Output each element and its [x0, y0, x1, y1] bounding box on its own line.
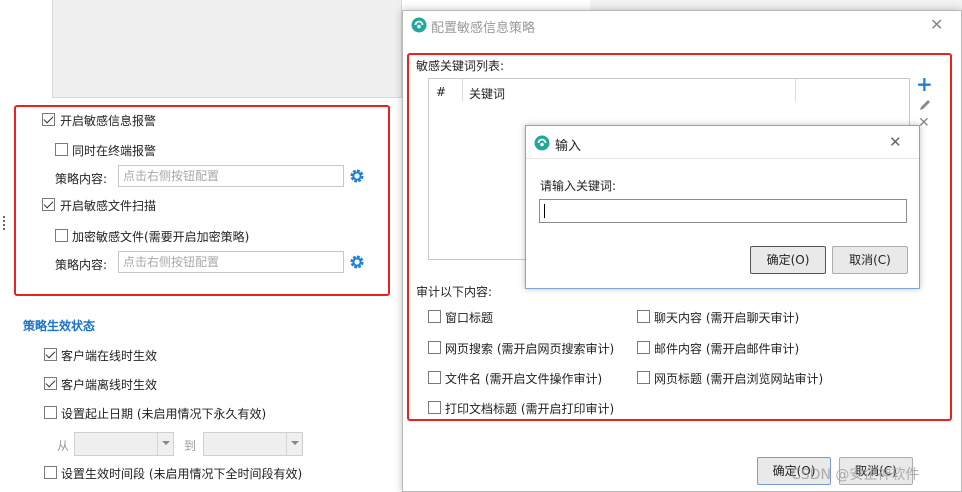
- time-period-checkbox[interactable]: [44, 466, 57, 479]
- policy-content-label-2: 策略内容:: [55, 258, 108, 272]
- close-icon[interactable]: ✕: [930, 15, 943, 34]
- close-icon[interactable]: ✕: [889, 133, 902, 151]
- encrypt-sensitive-label: 加密敏感文件(需要开启加密策略): [72, 230, 250, 244]
- input-dialog-title: 输入: [555, 139, 582, 154]
- client-online-label: 客户端在线时生效: [61, 349, 158, 363]
- enable-sensitive-alert-label: 开启敏感信息报警: [60, 114, 157, 128]
- audit-checkbox-filename[interactable]: [428, 371, 441, 384]
- terminal-alert-checkbox[interactable]: [55, 143, 68, 156]
- col-index-header: #: [436, 85, 447, 99]
- from-label: 从: [57, 439, 70, 453]
- date-range-label: 设置起止日期 (未启用情况下永久有效): [61, 407, 267, 421]
- audit-item-label: 网页标题 (需开启浏览网站审计): [654, 372, 824, 386]
- col-keyword-header: 关键词: [469, 87, 506, 101]
- dialog-titlebar: 配置敏感信息策略 ✕: [403, 11, 961, 41]
- enable-sensitive-scan-checkbox[interactable]: [42, 198, 55, 211]
- edit-icon[interactable]: [918, 98, 932, 112]
- col-divider: [795, 79, 796, 101]
- chevron-down-icon: [286, 433, 302, 455]
- input-cancel-button[interactable]: 取消(C): [832, 246, 908, 274]
- audit-item-label: 窗口标题: [445, 311, 494, 325]
- input-prompt-label: 请输入关键词:: [540, 179, 617, 193]
- watermark: CSDN @安企神软件: [791, 467, 920, 483]
- dialog-title: 配置敏感信息策略: [431, 21, 536, 36]
- audit-checkbox-email[interactable]: [637, 341, 650, 354]
- left-panel: 开启敏感信息报警 同时在终端报警 策略内容: 点击右侧按钮配置 开启敏感文件扫描…: [0, 0, 402, 492]
- policy-content-field-2[interactable]: 点击右侧按钮配置: [118, 251, 344, 273]
- client-online-checkbox[interactable]: [44, 348, 57, 361]
- client-offline-label: 客户端离线时生效: [61, 378, 158, 392]
- keyword-input[interactable]: [539, 199, 907, 223]
- input-ok-button[interactable]: 确定(O): [750, 246, 826, 274]
- audit-item-label: 邮件内容 (需开启邮件审计): [654, 342, 800, 356]
- col-divider: [462, 79, 463, 101]
- add-icon[interactable]: +: [916, 74, 933, 94]
- audit-item-label: 打印文档标题 (需开启打印审计): [445, 402, 615, 416]
- terminal-alert-label: 同时在终端报警: [72, 144, 157, 158]
- client-offline-checkbox[interactable]: [44, 377, 57, 390]
- input-dialog: 输入 ✕ 请输入关键词: 确定(O) 取消(C): [525, 125, 920, 289]
- status-heading: 策略生效状态: [23, 319, 96, 333]
- audit-item-label: 聊天内容 (需开启聊天审计): [654, 311, 800, 325]
- splitter-handle[interactable]: [3, 216, 5, 230]
- enable-sensitive-alert-checkbox[interactable]: [42, 113, 55, 126]
- audit-label: 审计以下内容:: [416, 285, 493, 299]
- gear-icon[interactable]: [349, 254, 365, 270]
- audit-item-label: 网页搜索 (需开启网页搜索审计): [445, 342, 615, 356]
- policy-content-label-1: 策略内容:: [55, 172, 108, 186]
- end-date-select[interactable]: [203, 432, 303, 456]
- encrypt-sensitive-checkbox[interactable]: [55, 229, 68, 242]
- top-gray-area: [52, 0, 402, 98]
- audit-checkbox-print-title[interactable]: [428, 401, 441, 414]
- policy-content-field-1[interactable]: 点击右侧按钮配置: [118, 165, 344, 187]
- audit-checkbox-window-title[interactable]: [428, 310, 441, 323]
- chevron-down-icon: [157, 433, 173, 455]
- audit-item-label: 文件名 (需开启文件操作审计): [445, 372, 603, 386]
- text-cursor: [544, 204, 545, 218]
- enable-sensitive-scan-label: 开启敏感文件扫描: [60, 199, 157, 213]
- keyword-list-label: 敏感关键词列表:: [416, 59, 505, 73]
- to-label: 到: [184, 439, 197, 453]
- app-logo-icon: [411, 17, 427, 33]
- app-logo-icon: [534, 135, 550, 151]
- gear-icon[interactable]: [349, 168, 365, 184]
- start-date-select[interactable]: [74, 432, 174, 456]
- audit-checkbox-chat[interactable]: [637, 310, 650, 323]
- date-range-checkbox[interactable]: [44, 406, 57, 419]
- time-period-label: 设置生效时间段 (未启用情况下全时间段有效): [61, 467, 303, 481]
- input-dialog-titlebar: 输入 ✕: [526, 126, 919, 159]
- audit-checkbox-web-title[interactable]: [637, 371, 650, 384]
- audit-checkbox-web-search[interactable]: [428, 341, 441, 354]
